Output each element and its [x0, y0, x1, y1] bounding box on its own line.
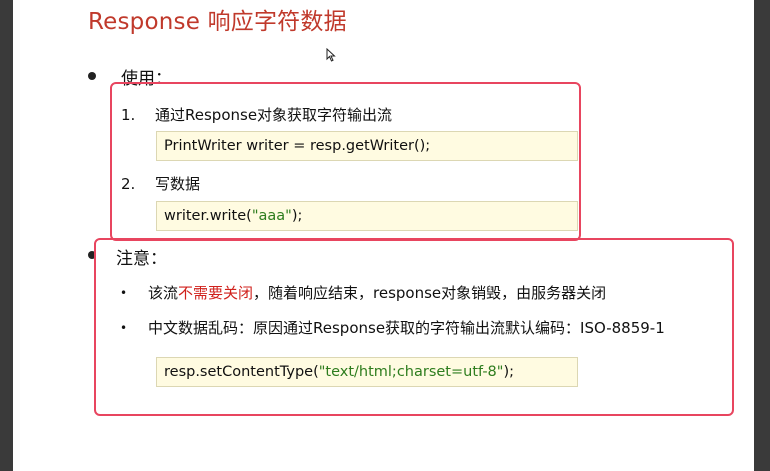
right-window-edge [754, 0, 770, 471]
usage-highlight-box [110, 82, 581, 241]
mouse-cursor-icon [326, 48, 336, 62]
usage-bullet [88, 72, 96, 80]
slide-title: Response 响应字符数据 [88, 9, 347, 35]
notes-highlight-box [94, 238, 734, 416]
left-window-edge [0, 0, 13, 471]
